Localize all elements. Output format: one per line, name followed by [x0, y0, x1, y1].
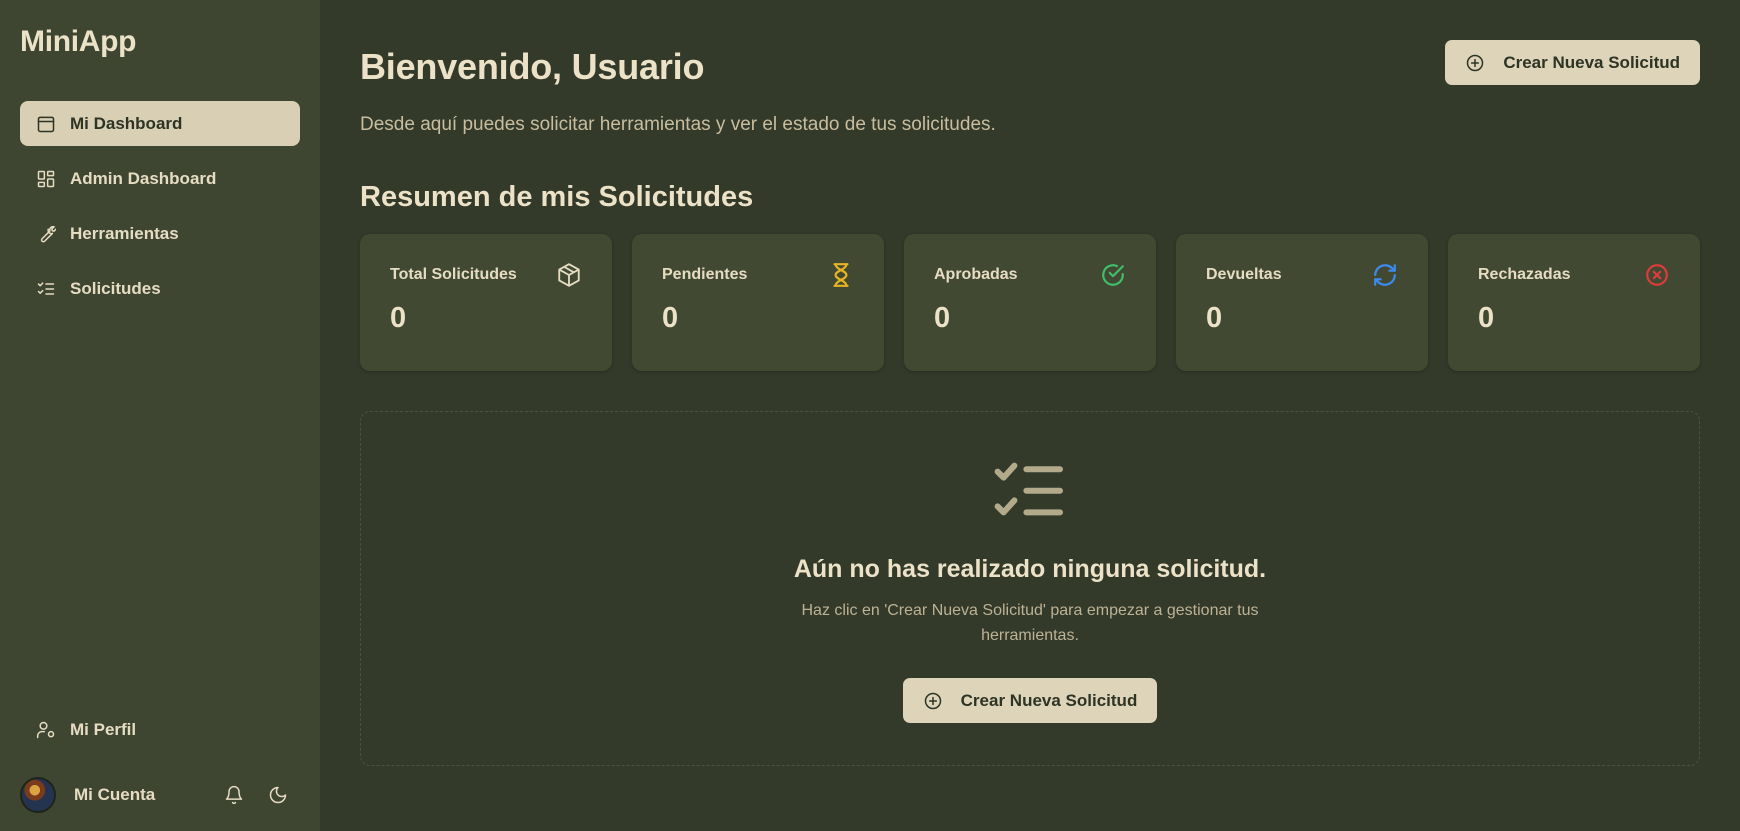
theme-toggle-button[interactable] [256, 775, 300, 815]
stat-card-label: Devueltas [1206, 266, 1282, 283]
user-cog-icon [36, 721, 55, 738]
empty-create-request-label: Crear Nueva Solicitud [960, 690, 1138, 710]
stat-card-aprobadas: Aprobadas 0 [904, 234, 1156, 371]
sidebar-item-mi-dashboard[interactable]: Mi Dashboard [20, 101, 300, 146]
sidebar-item-admin-dashboard[interactable]: Admin Dashboard [20, 156, 300, 201]
stat-card-label: Rechazadas [1478, 266, 1571, 283]
layout-grid-icon [37, 170, 55, 187]
avatar[interactable] [20, 776, 56, 813]
stat-card-pendientes: Pendientes 0 [632, 234, 884, 371]
moon-icon [269, 786, 287, 803]
refresh-icon [1374, 264, 1396, 286]
sidebar-nav: Mi Dashboard Admin Dashboard Herramienta… [20, 101, 300, 311]
hourglass-icon [833, 263, 849, 287]
calendar-icon [37, 116, 55, 132]
box-icon [558, 263, 580, 287]
notifications-button[interactable] [212, 775, 256, 815]
page-title: Bienvenido, Usuario [360, 46, 705, 87]
sidebar-item-solicitudes[interactable]: Solicitudes [20, 266, 300, 311]
account-label[interactable]: Mi Cuenta [74, 785, 212, 805]
sidebar-item-label: Mi Dashboard [70, 113, 183, 133]
create-request-button[interactable]: Crear Nueva Solicitud [1445, 40, 1700, 85]
stat-card-label: Aprobadas [934, 266, 1018, 283]
stat-card-label: Total Solicitudes [390, 266, 517, 283]
sidebar-footer: Mi Perfil Mi Cuenta [20, 707, 300, 817]
empty-state-icon-wrap [994, 462, 1066, 527]
stat-card-devueltas: Devueltas 0 [1176, 234, 1428, 371]
stat-card-total: Total Solicitudes 0 [360, 234, 612, 371]
stat-card-rechazadas: Rechazadas 0 [1448, 234, 1700, 371]
sidebar-item-mi-perfil[interactable]: Mi Perfil [20, 707, 300, 752]
sidebar-item-label: Solicitudes [70, 278, 161, 298]
stat-card-label: Pendientes [662, 266, 748, 283]
sidebar-item-label: Mi Perfil [70, 719, 137, 739]
summary-title: Resumen de mis Solicitudes [360, 181, 754, 213]
list-checks-icon [37, 281, 55, 295]
sidebar-item-label: Admin Dashboard [70, 168, 217, 188]
main-content: Bienvenido, Usuario Crear Nueva Solicitu… [320, 0, 1740, 831]
account-row: Mi Cuenta [20, 772, 300, 817]
stat-card-value: 0 [934, 302, 951, 334]
plus-circle-icon [1467, 54, 1484, 71]
plus-circle-icon [924, 692, 941, 709]
sidebar: MiniApp Mi Dashboard Admin Dashboard Her… [0, 0, 320, 831]
stat-card-value: 0 [390, 302, 407, 334]
stat-card-value: 0 [1478, 302, 1495, 334]
stat-card-value: 0 [662, 302, 679, 334]
wrench-icon [40, 225, 56, 242]
x-circle-icon [1646, 264, 1668, 286]
summary-cards: Total Solicitudes 0 Pendientes 0 Aprobad… [360, 234, 1700, 371]
check-circle-icon [1102, 264, 1124, 286]
app-title: MiniApp [20, 25, 137, 58]
empty-state-title: Aún no has realizado ninguna solicitud. [793, 555, 1267, 583]
list-checks-icon [994, 462, 1063, 516]
empty-state-description: Haz clic en 'Crear Nueva Solicitud' para… [801, 602, 1259, 644]
empty-create-request-button[interactable]: Crear Nueva Solicitud [902, 678, 1158, 723]
empty-state: Aún no has realizado ninguna solicitud. … [360, 411, 1700, 766]
page-subtitle: Desde aquí puedes solicitar herramientas… [360, 114, 996, 135]
sidebar-item-herramientas[interactable]: Herramientas [20, 211, 300, 256]
page-header: Bienvenido, Usuario Crear Nueva Solicitu… [360, 40, 1700, 88]
sidebar-item-label: Herramientas [70, 223, 179, 243]
stat-card-value: 0 [1206, 302, 1223, 334]
create-request-label: Crear Nueva Solicitud [1503, 52, 1680, 72]
bell-icon [225, 785, 243, 804]
